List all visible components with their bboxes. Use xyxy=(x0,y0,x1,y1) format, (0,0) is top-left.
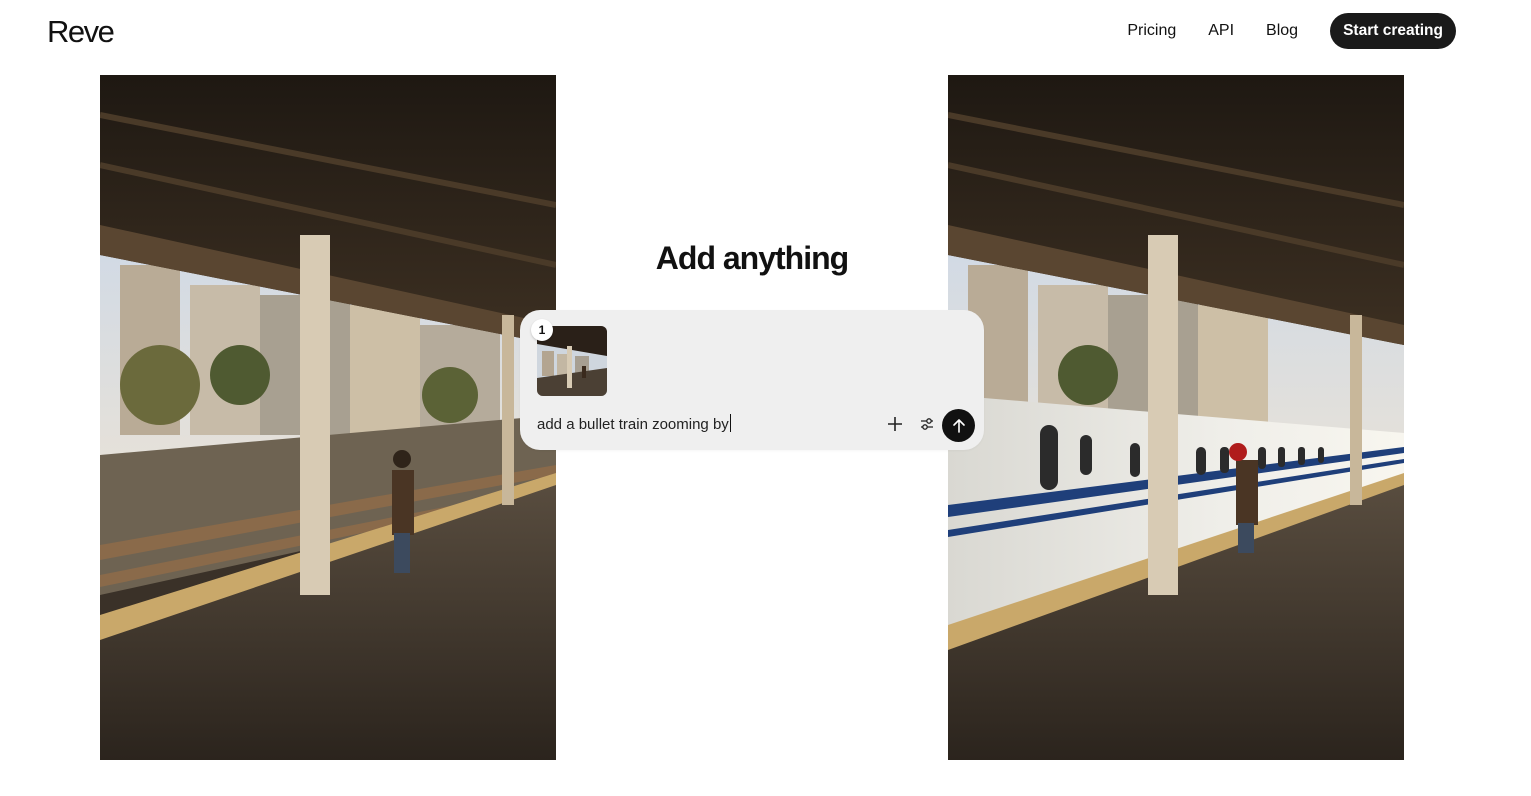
attachment-count-badge: 1 xyxy=(531,319,553,341)
sliders-icon[interactable] xyxy=(914,411,940,437)
prompt-input[interactable]: add a bullet train zooming by xyxy=(537,414,731,435)
nav-link-pricing[interactable]: Pricing xyxy=(1127,13,1176,49)
original-photo xyxy=(100,75,556,760)
plus-icon[interactable] xyxy=(882,411,908,437)
text-caret xyxy=(729,414,731,432)
nav-link-blog[interactable]: Blog xyxy=(1266,13,1298,49)
top-nav: Pricing API Blog Start creating xyxy=(1127,13,1531,49)
prompt-input-text: add a bullet train zooming by xyxy=(537,416,729,433)
logo[interactable]: Reve xyxy=(47,14,115,50)
site-header: Reve Pricing API Blog Start creating xyxy=(0,0,1531,62)
headline: Add anything xyxy=(655,240,849,276)
send-button[interactable] xyxy=(942,409,975,442)
nav-link-api[interactable]: API xyxy=(1208,13,1234,49)
arrow-up-icon xyxy=(952,418,965,433)
edited-photo xyxy=(948,75,1404,760)
prompt-box: 1 add a bullet train zooming by xyxy=(520,310,984,450)
start-creating-button[interactable]: Start creating xyxy=(1330,13,1456,49)
